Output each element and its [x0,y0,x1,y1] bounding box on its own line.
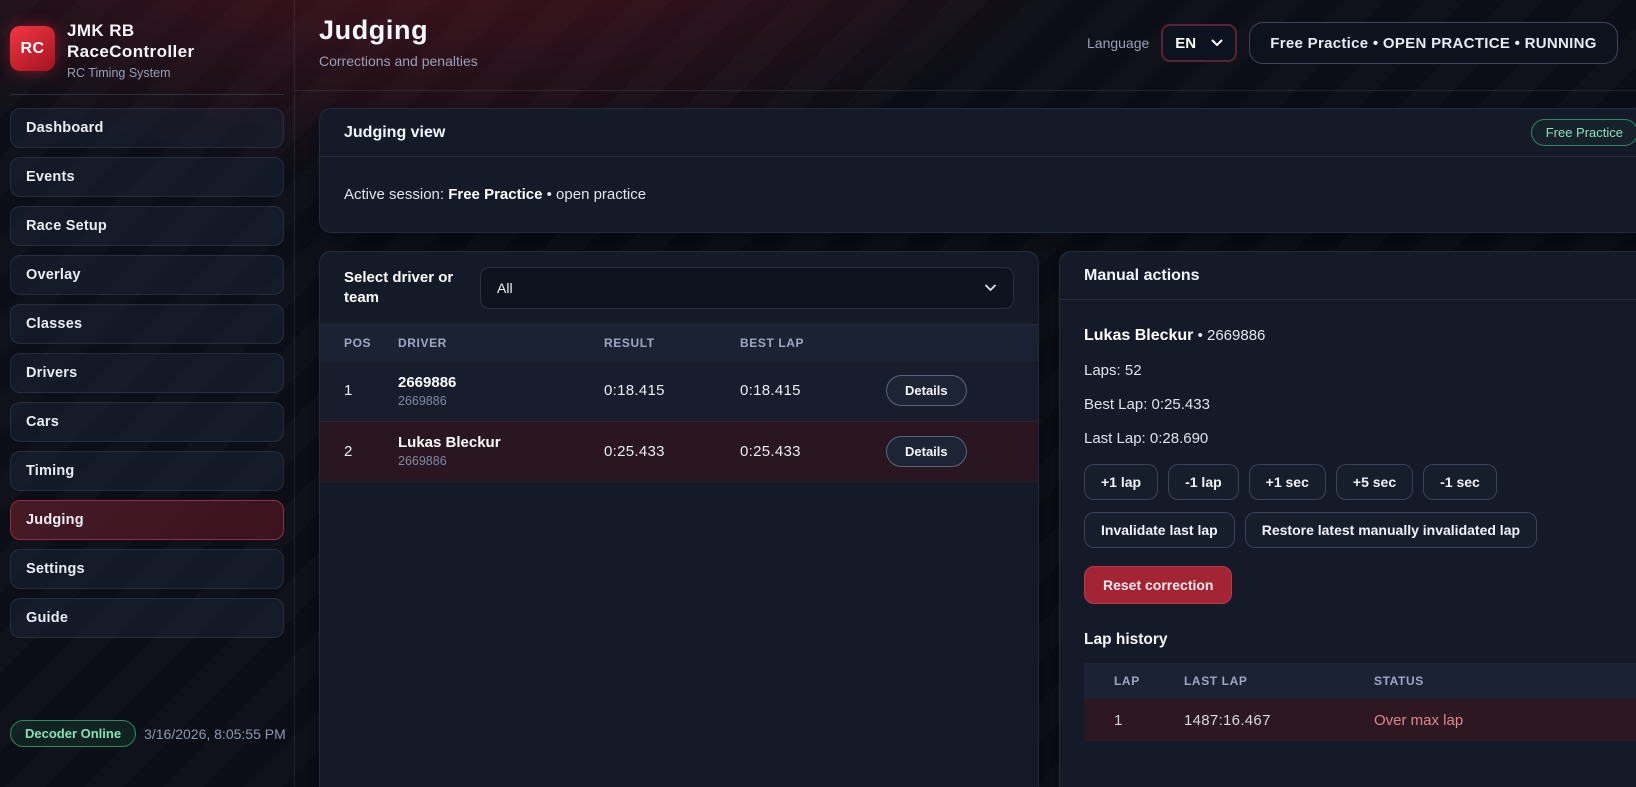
laps-count: Laps: 52 [1084,362,1636,379]
app-title: JMK RB RaceController [67,20,194,62]
col-header-pos: POS [320,325,398,361]
adjust-button--5-sec[interactable]: +5 sec [1336,464,1413,500]
selected-driver-line: Lukas Bleckur • 2669886 [1084,327,1636,345]
col-header-last-lap: LAST LAP [1184,663,1374,699]
session-status-pill: Free Practice • OPEN PRACTICE • RUNNING [1249,22,1617,64]
decoder-timestamp: 3/16/2026, 8:05:55 PM [144,726,286,742]
lap-history-row: 1 1487:16.467 Over max lap [1084,699,1636,741]
adjust-button--1-sec[interactable]: +1 sec [1249,464,1326,500]
sidebar-item-timing[interactable]: Timing [10,451,284,491]
sidebar-item-overlay[interactable]: Overlay [10,255,284,295]
adjust-button--1-sec[interactable]: -1 sec [1423,464,1497,500]
driver-number: 2669886 [398,394,604,408]
sidebar: RC JMK RB RaceController RC Timing Syste… [0,0,295,787]
brand-block: RC JMK RB RaceController RC Timing Syste… [10,10,284,95]
reset-correction-button[interactable]: Reset correction [1084,566,1232,604]
app-subtitle: RC Timing System [67,66,194,80]
last-lap-value: Last Lap: 0:28.690 [1084,430,1636,447]
lap-time: 1487:16.467 [1184,699,1374,741]
manual-actions-title: Manual actions [1084,267,1200,285]
manual-actions-panel: Manual actions Lukas Bleckur • 2669886 L… [1059,251,1636,787]
lap-history-table: LAP LAST LAP STATUS 1 1487:16.467 Over m… [1084,663,1636,741]
driver-best-lap: 0:25.433 [740,421,886,481]
sidebar-item-settings[interactable]: Settings [10,549,284,589]
app-logo: RC [10,26,55,71]
adjust-button--1-lap[interactable]: +1 lap [1084,464,1158,500]
driver-best-lap: 0:18.415 [740,361,886,421]
sidebar-item-drivers[interactable]: Drivers [10,353,284,393]
invalidate-last-lap-button[interactable]: Invalidate last lap [1084,512,1235,548]
driver-position: 2 [320,421,398,481]
col-header-status: STATUS [1374,663,1636,699]
language-label: Language [1087,35,1149,51]
lap-history-title: Lap history [1084,631,1636,649]
col-header-lap: LAP [1084,663,1184,699]
sidebar-item-judging[interactable]: Judging [10,500,284,540]
lap-status: Over max lap [1374,699,1636,741]
page-header: Judging Corrections and penalties Langua… [295,0,1636,91]
col-header-best-lap: BEST LAP [740,325,886,361]
driver-list-panel: Select driver or team All POS D [319,251,1039,787]
sidebar-item-classes[interactable]: Classes [10,304,284,344]
sidebar-item-events[interactable]: Events [10,157,284,197]
sidebar-item-dashboard[interactable]: Dashboard [10,108,284,148]
restore-invalidated-lap-button[interactable]: Restore latest manually invalidated lap [1245,512,1537,548]
adjust-button--1-lap[interactable]: -1 lap [1168,464,1239,500]
driver-row[interactable]: 1 2669886 2669886 0:18.415 0:18.415 Deta… [320,361,1038,421]
driver-name: 2669886 [398,374,604,391]
driver-position: 1 [320,361,398,421]
details-button[interactable]: Details [886,436,967,467]
driver-result: 0:25.433 [604,421,740,481]
chevron-down-icon [984,284,997,292]
session-badge: Free Practice [1531,119,1636,146]
language-select[interactable]: EN [1161,24,1237,62]
driver-select[interactable]: All [480,267,1014,309]
sidebar-item-cars[interactable]: Cars [10,402,284,442]
driver-name: Lukas Bleckur [398,434,604,451]
main-area: Judging Corrections and penalties Langua… [295,0,1636,787]
judging-view-panel: Judging view Free Practice Active sessio… [319,108,1636,233]
sidebar-item-race-setup[interactable]: Race Setup [10,206,284,246]
sidebar-nav: Dashboard Events Race Setup Overlay Clas… [10,108,284,638]
chevron-down-icon [1211,39,1223,47]
driver-number: 2669886 [398,454,604,468]
sidebar-item-guide[interactable]: Guide [10,598,284,638]
decoder-status-badge: Decoder Online [10,720,136,747]
decoder-status-row: Decoder Online 3/16/2026, 8:05:55 PM [10,720,286,747]
active-session-line: Active session: Free Practice • open pra… [320,157,1636,232]
best-lap-value: Best Lap: 0:25.433 [1084,396,1636,413]
app-root: RC JMK RB RaceController RC Timing Syste… [0,0,1636,787]
col-header-driver: DRIVER [398,325,604,361]
adjust-buttons-row: +1 lap -1 lap +1 sec +5 sec -1 sec [1084,464,1636,500]
driver-row[interactable]: 2 Lukas Bleckur 2669886 0:25.433 0:25.43… [320,421,1038,481]
lap-number: 1 [1084,699,1184,741]
driver-select-label: Select driver or team [344,268,456,308]
details-button[interactable]: Details [886,375,967,406]
col-header-result: RESULT [604,325,740,361]
drivers-table: POS DRIVER RESULT BEST LAP 1 2669886 266… [320,325,1038,482]
driver-result: 0:18.415 [604,361,740,421]
judging-view-title: Judging view [344,124,445,142]
